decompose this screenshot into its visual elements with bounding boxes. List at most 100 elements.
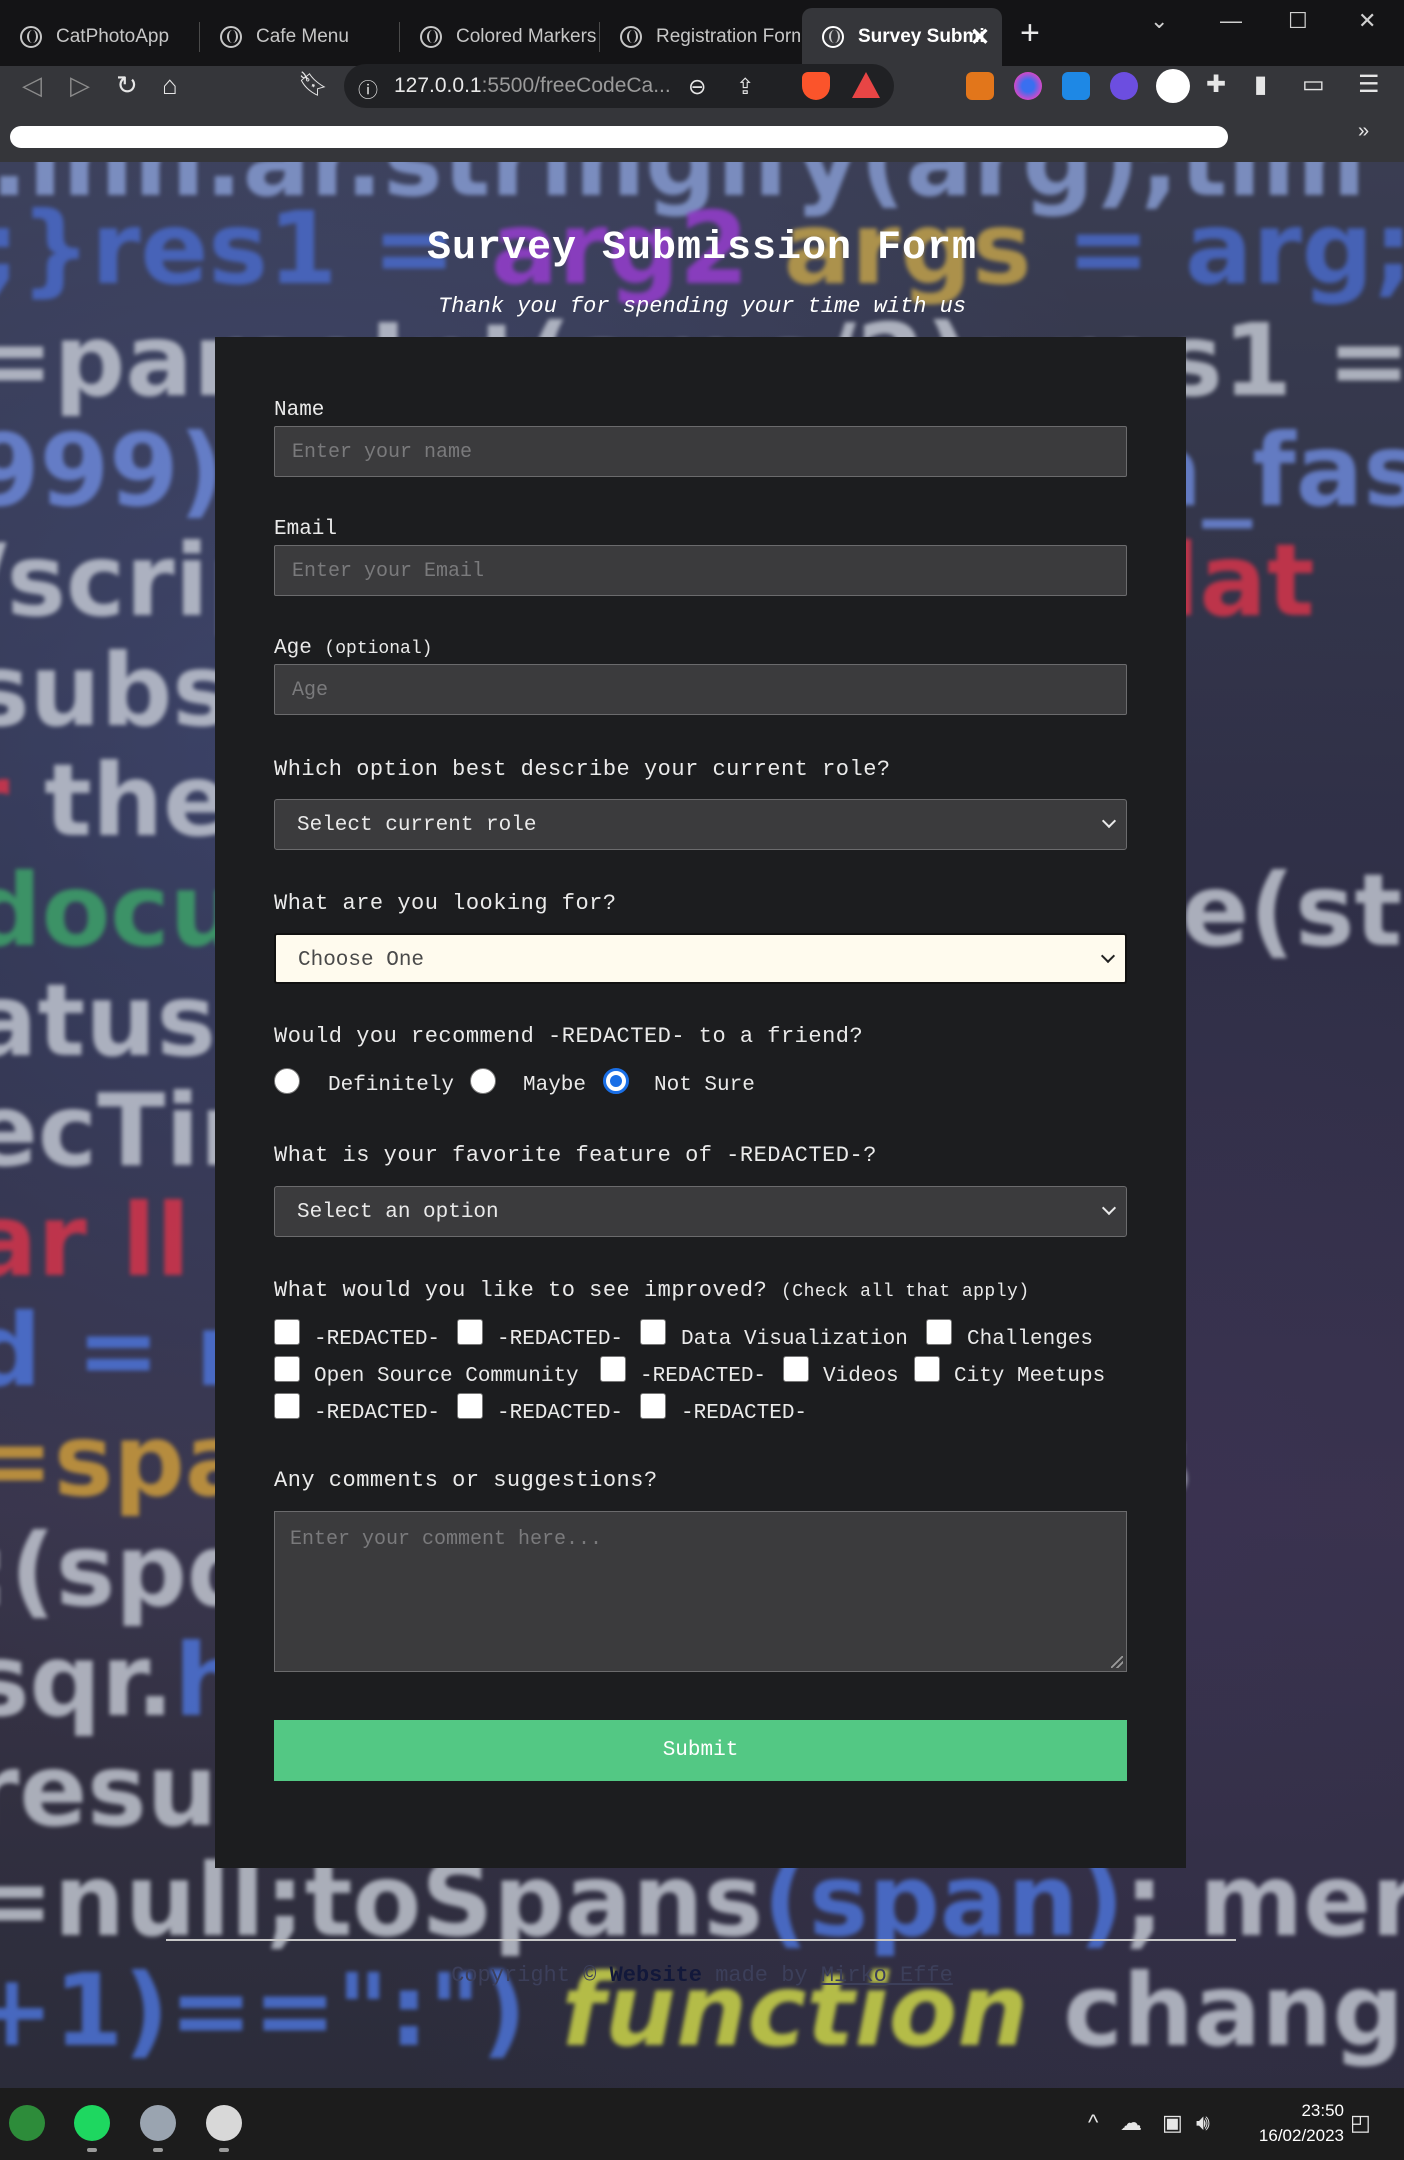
- footer: Copyright © Website made by Mirko Effe: [451, 1963, 953, 1988]
- improve-option-label: Open Source Community: [314, 1365, 579, 1388]
- looking-for-select-value: Choose One: [298, 949, 425, 972]
- tab-colored-markers[interactable]: Colored Markers: [400, 8, 600, 66]
- improve-checkbox[interactable]: [600, 1356, 626, 1382]
- improve-option-label: -REDACTED-: [497, 1328, 624, 1351]
- profile-avatar[interactable]: [1156, 69, 1190, 103]
- close-window-button[interactable]: ✕: [1358, 8, 1376, 34]
- improve-checkbox[interactable]: [640, 1393, 666, 1419]
- improve-option-label: Data Visualization: [681, 1328, 908, 1351]
- extension-p-icon[interactable]: [1062, 72, 1090, 100]
- cloud-icon[interactable]: ☁: [1120, 2110, 1142, 2136]
- name-label: Name: [274, 399, 325, 422]
- network-icon[interactable]: ▣: [1162, 2110, 1183, 2136]
- comments-question: Any comments or suggestions?: [274, 1468, 658, 1493]
- age-optional-hint: (optional): [324, 639, 433, 659]
- close-tab-icon[interactable]: ✕: [970, 23, 990, 52]
- tab-registration-form[interactable]: Registration Form: [600, 8, 800, 66]
- extension-ghost-icon[interactable]: [1110, 72, 1138, 100]
- tab-cafe-menu[interactable]: Cafe Menu: [200, 8, 400, 66]
- brave-rewards-icon[interactable]: [852, 72, 880, 98]
- tab-catphotoapp[interactable]: CatPhotoApp: [0, 8, 200, 66]
- recommend-option-label: Not Sure: [654, 1074, 755, 1097]
- hs-app-icon[interactable]: [9, 2105, 45, 2141]
- maximize-button[interactable]: ☐: [1288, 8, 1308, 34]
- tab-search-icon[interactable]: ⌄: [1150, 8, 1168, 34]
- footer-site-link[interactable]: Website: [610, 1963, 702, 1988]
- improve-checkbox[interactable]: [914, 1356, 940, 1382]
- bookmark-icon[interactable]: 🔖︎: [298, 70, 328, 99]
- share-icon[interactable]: ⇪: [736, 74, 754, 100]
- clock-date: 16/02/2023: [1258, 2126, 1344, 2145]
- zoom-icon[interactable]: ⊖: [688, 74, 706, 100]
- brave-shield-icon[interactable]: [802, 72, 830, 100]
- improve-option-label: -REDACTED-: [497, 1402, 624, 1425]
- minimize-button[interactable]: —: [1220, 8, 1242, 34]
- taskbar-clock[interactable]: 23:50 16/02/2023: [1236, 2098, 1344, 2148]
- reload-icon[interactable]: ↻: [116, 70, 138, 101]
- improve-option-label: Videos: [823, 1365, 899, 1388]
- tray-chevron-up-icon[interactable]: ^: [1088, 2110, 1098, 2136]
- favorite-select[interactable]: Select an option: [274, 1186, 1127, 1237]
- recommend-radio-definitely[interactable]: [274, 1068, 300, 1094]
- home-icon[interactable]: ⌂: [162, 70, 178, 101]
- improve-question: What would you like to see improved? (Ch…: [274, 1278, 1030, 1303]
- more-bookmarks-icon[interactable]: »: [1358, 120, 1369, 143]
- settings-gear-icon[interactable]: [140, 2105, 176, 2141]
- improve-checkbox[interactable]: [640, 1319, 666, 1345]
- globe-icon: [20, 26, 42, 48]
- looking-for-select[interactable]: Choose One: [274, 933, 1127, 984]
- extension-color-icon[interactable]: [1014, 72, 1042, 100]
- tab-label: CatPhotoApp: [56, 26, 170, 47]
- improve-checkbox[interactable]: [274, 1393, 300, 1419]
- menu-icon[interactable]: ☰: [1358, 70, 1380, 99]
- improve-checkbox[interactable]: [783, 1356, 809, 1382]
- spotify-icon[interactable]: [74, 2105, 110, 2141]
- comments-textarea[interactable]: Enter your comment here...: [274, 1511, 1127, 1672]
- wallet-icon[interactable]: ▭: [1302, 70, 1325, 99]
- sidebar-icon[interactable]: ▮: [1254, 70, 1267, 99]
- improve-checkbox[interactable]: [457, 1319, 483, 1345]
- globe-icon: [620, 26, 642, 48]
- improve-option-label: Challenges: [967, 1328, 1094, 1351]
- recommend-question: Would you recommend -REDACTED- to a frie…: [274, 1024, 864, 1049]
- improve-checkbox[interactable]: [274, 1319, 300, 1345]
- forward-icon[interactable]: ▷: [70, 70, 90, 101]
- tab-label: Registration Form: [656, 26, 800, 47]
- extensions-puzzle-icon[interactable]: ✚: [1206, 70, 1226, 99]
- improve-checkbox[interactable]: [926, 1319, 952, 1345]
- email-label: Email: [274, 518, 338, 541]
- age-input[interactable]: Age: [274, 664, 1127, 715]
- submit-button[interactable]: Submit: [274, 1720, 1127, 1781]
- recommend-option-label: Definitely: [328, 1074, 455, 1097]
- chevron-down-icon: [1101, 1200, 1117, 1216]
- improve-checkbox[interactable]: [457, 1393, 483, 1419]
- improve-option-label: City Meetups: [954, 1365, 1106, 1388]
- recommend-radio-not-sure[interactable]: [603, 1068, 629, 1094]
- globe-icon: [220, 26, 242, 48]
- age-label: Age (optional): [274, 637, 433, 660]
- metamask-icon[interactable]: [966, 72, 994, 100]
- bookmarks-bar[interactable]: [10, 126, 1228, 148]
- back-icon[interactable]: ◁: [22, 70, 42, 101]
- role-select-value: Select current role: [297, 814, 537, 837]
- resize-handle-icon[interactable]: [1111, 1656, 1123, 1668]
- new-tab-button[interactable]: +: [1020, 14, 1040, 53]
- clock-app-icon[interactable]: [206, 2105, 242, 2141]
- footer-author-link[interactable]: Mirko Effe: [821, 1963, 953, 1988]
- role-question: Which option best describe your current …: [274, 757, 891, 782]
- improve-checkbox[interactable]: [274, 1356, 300, 1382]
- favorite-select-value: Select an option: [297, 1201, 499, 1224]
- volume-icon[interactable]: 🔊︎: [1196, 2110, 1210, 2136]
- improve-option-label: -REDACTED-: [314, 1402, 441, 1425]
- globe-icon: [420, 26, 442, 48]
- name-input[interactable]: Enter your name: [274, 426, 1127, 477]
- recommend-radio-maybe[interactable]: [470, 1068, 496, 1094]
- tab-survey-submission[interactable]: Survey Submi ✕: [802, 8, 1002, 66]
- clock-time: 23:50: [1301, 2101, 1344, 2120]
- notifications-icon[interactable]: ◰: [1350, 2110, 1371, 2136]
- globe-icon: [822, 26, 844, 48]
- role-select[interactable]: Select current role: [274, 799, 1127, 850]
- site-info-icon[interactable]: ⓘ: [358, 74, 378, 103]
- email-input[interactable]: Enter your Email: [274, 545, 1127, 596]
- tab-label: Colored Markers: [456, 26, 597, 47]
